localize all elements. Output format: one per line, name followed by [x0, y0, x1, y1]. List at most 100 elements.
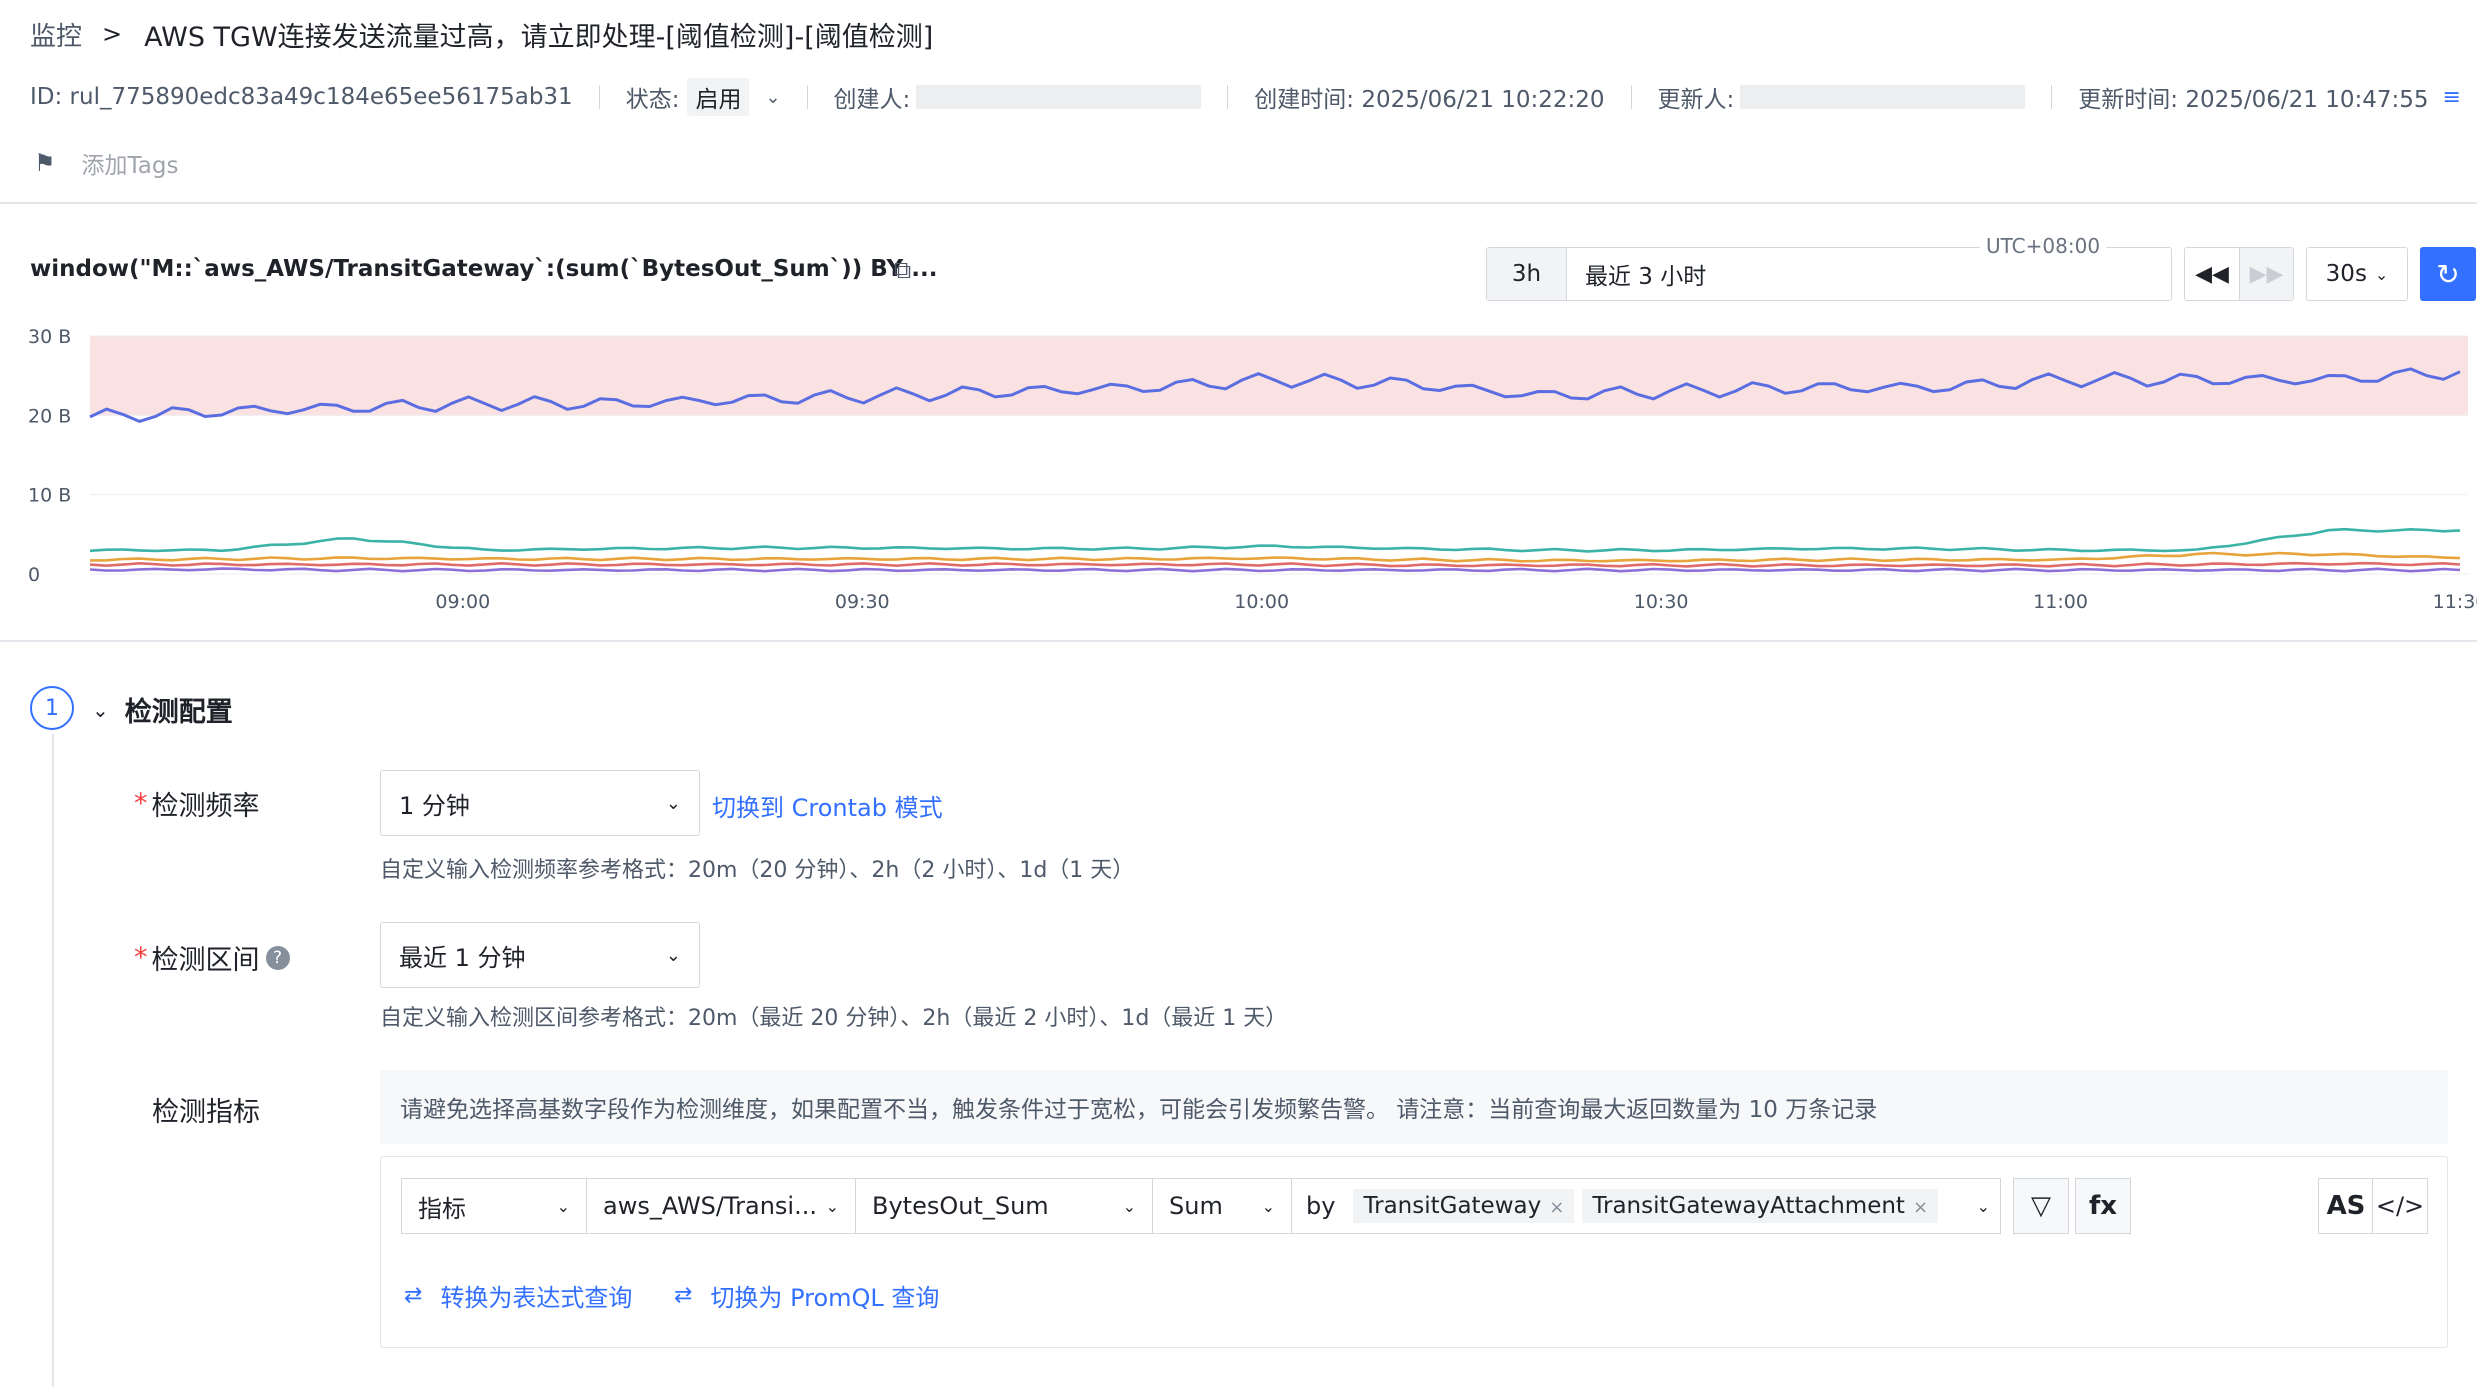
- query-title: window("M::`aws_AWS/TransitGateway`:(sum…: [30, 256, 938, 282]
- aggregation-value: Sum: [1169, 1192, 1223, 1220]
- frequency-label-text: 检测频率: [151, 791, 260, 822]
- metric-notice-text: 请避免选择高基数字段作为检测维度，如果配置不当，触发条件过于宽松，可能会引发频繁…: [400, 1097, 1878, 1123]
- frequency-select[interactable]: 1 分钟 ⌄: [380, 770, 700, 836]
- chevron-down-icon: ⌄: [665, 944, 681, 966]
- data-type-value: 指标: [418, 1194, 466, 1223]
- help-icon[interactable]: ?: [265, 945, 290, 970]
- close-icon[interactable]: ×: [1913, 1197, 1928, 1218]
- swap-icon: ⇄: [674, 1283, 693, 1308]
- tags-bar[interactable]: ⚑ 添加Tags: [34, 146, 178, 180]
- creator-redacted: [916, 85, 1202, 109]
- copy-icon[interactable]: ⧉: [894, 256, 924, 286]
- field-select[interactable]: BytesOut_Sum ⌄: [855, 1178, 1153, 1234]
- namespace-value: aws_AWS/Transi...: [603, 1192, 817, 1220]
- chevron-down-icon[interactable]: ⌄: [765, 87, 780, 108]
- metric-notice: 请避免选择高基数字段作为检测维度，如果配置不当，触发条件过于宽松，可能会引发频繁…: [380, 1070, 2448, 1144]
- group-tag-chip[interactable]: TransitGateway ×: [1353, 1189, 1575, 1223]
- alias-label: AS: [2326, 1191, 2366, 1221]
- status-select[interactable]: 启用: [687, 78, 750, 116]
- filter-button[interactable]: ▽: [2013, 1178, 2069, 1234]
- y-tick-label: 30 B: [28, 326, 71, 348]
- series-line[interactable]: [89, 527, 2461, 553]
- chevron-down-icon: ⌄: [1261, 1196, 1275, 1216]
- y-tick-label: 20 B: [28, 405, 71, 427]
- convert-promql-link[interactable]: ⇄ 切换为 PromQL 查询: [674, 1278, 939, 1313]
- query-row: 指标 ⌄ aws_AWS/Transi... ⌄ BytesOut_Sum ⌄ …: [401, 1178, 2131, 1234]
- code-icon: </>: [2375, 1192, 2425, 1220]
- namespace-select[interactable]: aws_AWS/Transi... ⌄: [586, 1178, 856, 1234]
- divider: [1630, 85, 1632, 109]
- divider: [598, 85, 600, 109]
- updater-redacted: [1740, 85, 2026, 109]
- group-tag-chip[interactable]: TransitGatewayAttachment ×: [1582, 1189, 1939, 1223]
- code-view-button[interactable]: </>: [2372, 1178, 2428, 1234]
- chevron-down-icon: ⌄: [665, 792, 681, 814]
- convert-expression-text: 转换为表达式查询: [440, 1284, 633, 1312]
- tag-icon: ⚑: [34, 149, 56, 177]
- refresh-interval-value: 30s: [2325, 261, 2367, 287]
- breadcrumb: 监控 > AWS TGW连接发送流量过高，请立即处理-[阈值检测]-[阈值检测]: [30, 14, 933, 54]
- chevron-down-icon: ⌄: [2374, 264, 2389, 284]
- range-select[interactable]: 最近 1 分钟 ⌄: [380, 922, 700, 988]
- chevron-down-icon[interactable]: ⌄: [92, 698, 109, 722]
- crontab-mode-link[interactable]: 切换到 Crontab 模式: [712, 788, 943, 823]
- time-range-text[interactable]: 最近 3 小时: [1567, 257, 1706, 291]
- series-line[interactable]: [89, 561, 2461, 568]
- x-tick-label: 11:00: [2033, 591, 2088, 613]
- frequency-hint: 自定义输入检测频率参考格式：20m（20 分钟）、2h（2 小时）、1d（1 天…: [380, 858, 1135, 883]
- chevron-down-icon: ⌄: [1976, 1196, 1990, 1216]
- convert-expression-link[interactable]: ⇄ 转换为表达式查询: [404, 1278, 632, 1313]
- frequency-label: * 检测频率: [134, 784, 260, 823]
- status-label: 状态:: [625, 87, 680, 113]
- group-tag-label: TransitGateway: [1363, 1193, 1542, 1219]
- range-label: * 检测区间 ?: [134, 938, 290, 977]
- timezone-label[interactable]: UTC+08:00: [1980, 234, 2107, 258]
- refresh-icon: ↻: [2436, 257, 2460, 291]
- close-icon[interactable]: ×: [1549, 1197, 1564, 1218]
- range-value: 最近 1 分钟: [399, 943, 526, 972]
- alias-button[interactable]: AS: [2318, 1178, 2374, 1234]
- metric-chart[interactable]: 0 10 B 20 B 30 B 09:00 09:30 10:00 10:30 11:00 11…: [0, 318, 2477, 630]
- threshold-band: [90, 336, 2468, 416]
- series-line[interactable]: [89, 567, 2461, 573]
- by-label: by: [1306, 1192, 1336, 1220]
- divider: [806, 85, 808, 109]
- frequency-value: 1 分钟: [399, 791, 470, 820]
- time-preset[interactable]: 3h: [1487, 248, 1567, 300]
- filter-icon: ▽: [2031, 1191, 2051, 1221]
- add-tags-button[interactable]: 添加Tags: [82, 146, 179, 180]
- fx-icon: fx: [2088, 1191, 2118, 1221]
- required-mark: *: [134, 788, 148, 819]
- x-tick-label: 11:30: [2433, 591, 2477, 613]
- step-connector: [52, 734, 54, 1387]
- refresh-button[interactable]: ↻: [2420, 247, 2476, 301]
- group-by-select[interactable]: by TransitGateway × TransitGatewayAttachm…: [1291, 1178, 2001, 1234]
- creator-label: 创建人:: [833, 87, 911, 113]
- group-tag-label: TransitGatewayAttachment: [1592, 1193, 1905, 1219]
- divider: [2051, 85, 2053, 109]
- breadcrumb-monitor-link[interactable]: 监控: [30, 16, 82, 53]
- created-time: 创建时间: 2025/06/21 10:22:20: [1254, 87, 1605, 113]
- updated-time: 更新时间: 2025/06/21 10:47:55: [2078, 87, 2429, 113]
- section-title: 检测配置: [124, 697, 233, 728]
- field-value: BytesOut_Sum: [872, 1192, 1049, 1220]
- step-number: 1: [30, 686, 74, 730]
- chevron-down-icon: ⌄: [825, 1196, 839, 1216]
- divider: [1227, 85, 1229, 109]
- fast-forward-icon[interactable]: ▶▶: [2239, 248, 2293, 300]
- refresh-interval-select[interactable]: 30s ⌄: [2306, 247, 2408, 301]
- data-type-select[interactable]: 指标 ⌄: [401, 1178, 587, 1234]
- rewind-icon[interactable]: ◀◀: [2185, 248, 2239, 300]
- aggregation-select[interactable]: Sum ⌄: [1152, 1178, 1292, 1234]
- chevron-down-icon: ⌄: [556, 1196, 570, 1216]
- series-line[interactable]: [89, 551, 2461, 563]
- function-button[interactable]: fx: [2075, 1178, 2131, 1234]
- section-header[interactable]: ⌄ 检测配置: [92, 690, 233, 729]
- range-label-text: 检测区间: [151, 945, 260, 976]
- updater-label: 更新人:: [1657, 87, 1735, 113]
- chevron-down-icon: ⌄: [1122, 1196, 1136, 1216]
- page-title: AWS TGW连接发送流量过高，请立即处理-[阈值检测]-[阈值检测]: [144, 21, 934, 53]
- history-list-icon[interactable]: ≡: [2443, 85, 2461, 110]
- x-tick-label: 09:30: [835, 591, 890, 613]
- time-nav: ◀◀ ▶▶: [2184, 247, 2294, 301]
